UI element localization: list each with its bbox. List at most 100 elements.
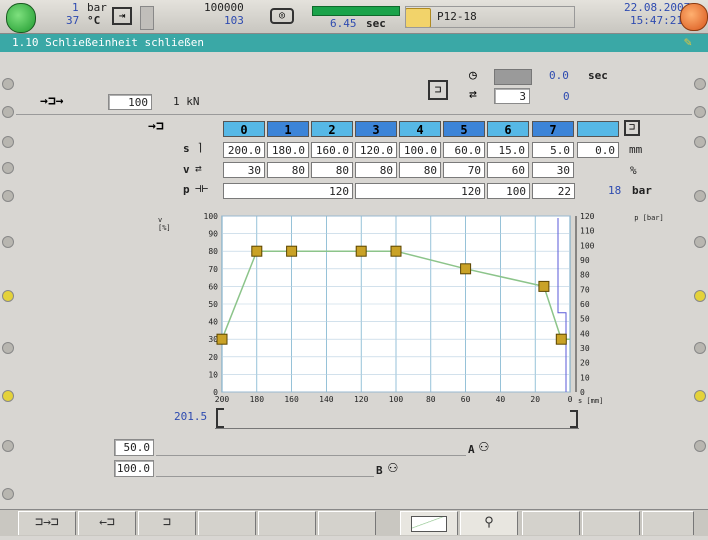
step-header-1[interactable]: 1 xyxy=(267,121,309,137)
p-row-label: p xyxy=(183,183,190,196)
y-tick-label-left: 80 xyxy=(208,247,218,256)
field-b-input[interactable]: 100.0 xyxy=(114,460,154,477)
p-input-3[interactable]: 100 xyxy=(487,183,530,199)
side-led xyxy=(2,162,14,174)
wrench-icon[interactable]: ✎ xyxy=(684,35,692,50)
y-axis-right-label: p [bar] xyxy=(634,214,664,222)
y-tick-label-right: 40 xyxy=(580,329,590,338)
y-tick-label-left: 20 xyxy=(208,353,218,362)
side-led xyxy=(2,488,14,500)
field-a-input[interactable]: 50.0 xyxy=(114,439,154,456)
step-header-0[interactable]: 0 xyxy=(223,121,265,137)
pressure-value: 1 xyxy=(72,1,79,14)
position-slider-track[interactable] xyxy=(215,411,579,429)
y-tick-label-left: 40 xyxy=(208,318,218,327)
tab-chart-view[interactable] xyxy=(400,511,458,535)
p-extra-value: 18 xyxy=(608,184,622,197)
x-tick-label: 20 xyxy=(530,395,540,404)
s-input-0[interactable]: 200.0 xyxy=(223,142,265,158)
p-input-1[interactable]: 120 xyxy=(223,183,353,199)
s-input-6[interactable]: 15.0 xyxy=(487,142,529,158)
tab-empty-4[interactable] xyxy=(522,511,580,535)
program-name-field[interactable] xyxy=(405,6,575,28)
counter-total: 100000 xyxy=(204,1,244,14)
x-tick-label: 60 xyxy=(461,395,471,404)
x-tick-label: 120 xyxy=(354,395,369,404)
y-tick-label-left: 60 xyxy=(208,282,218,291)
side-led xyxy=(2,440,14,452)
label-a: A xyxy=(468,443,475,456)
tab-empty-2[interactable] xyxy=(258,511,316,535)
tab-zoom[interactable]: ⚲ xyxy=(460,511,518,535)
step-marker xyxy=(555,333,567,345)
step-header-7[interactable]: 7 xyxy=(532,121,574,137)
step-header-4[interactable]: 4 xyxy=(399,121,441,137)
step-marker xyxy=(286,245,298,257)
tab-empty-3[interactable] xyxy=(318,511,376,535)
s-input-2[interactable]: 160.0 xyxy=(311,142,353,158)
v-input-4[interactable]: 80 xyxy=(399,162,441,178)
p-input-4[interactable]: 22 xyxy=(532,183,575,199)
y-tick-label-right: 80 xyxy=(580,271,590,280)
position-slider-handle[interactable] xyxy=(216,408,224,428)
y-tick-label-right: 110 xyxy=(580,227,595,236)
step-header-end[interactable] xyxy=(577,121,619,137)
field-b-line xyxy=(156,476,374,477)
side-led xyxy=(694,190,706,202)
force-input[interactable]: 100 xyxy=(108,94,152,110)
counter-gauge xyxy=(140,6,154,30)
step-header-5[interactable]: 5 xyxy=(443,121,485,137)
mould-force-icon: →⊐→ xyxy=(40,94,64,109)
v-input-1[interactable]: 80 xyxy=(267,162,309,178)
side-led xyxy=(2,136,14,148)
side-led xyxy=(694,342,706,354)
speed-icon: ⇄ xyxy=(195,162,202,175)
tab-mould-close[interactable]: ⊐→⊐ xyxy=(18,511,76,535)
cycle-time-value: 6.45 xyxy=(330,17,357,30)
side-led xyxy=(2,78,14,90)
chart-view-icon xyxy=(411,516,447,532)
timer-bar-field[interactable] xyxy=(494,69,532,85)
x-tick-label: 140 xyxy=(319,395,334,404)
mould-close-icon: ⊐ xyxy=(428,80,448,100)
tab-empty-5[interactable] xyxy=(582,511,640,535)
v-input-6[interactable]: 60 xyxy=(487,162,529,178)
y-tick-label-right: 20 xyxy=(580,359,590,368)
tab-empty-1[interactable] xyxy=(198,511,256,535)
y-tick-label-right: 90 xyxy=(580,256,590,265)
s-input-1[interactable]: 180.0 xyxy=(267,142,309,158)
step-header-6[interactable]: 6 xyxy=(487,121,529,137)
header-divider xyxy=(16,114,692,115)
y-tick-label-left: 0 xyxy=(213,388,218,397)
x-tick-label: 40 xyxy=(496,395,506,404)
s-input-8[interactable]: 0.0 xyxy=(577,142,619,158)
v-input-3[interactable]: 80 xyxy=(355,162,397,178)
s-input-3[interactable]: 120.0 xyxy=(355,142,397,158)
cycle-timer-icon: ◎ xyxy=(270,8,294,24)
step-header-3[interactable]: 3 xyxy=(355,121,397,137)
timer-unit: sec xyxy=(588,69,608,82)
s-input-7[interactable]: 5.0 xyxy=(532,142,574,158)
step-header-2[interactable]: 2 xyxy=(311,121,353,137)
p-input-2[interactable]: 120 xyxy=(355,183,485,199)
v-input-2[interactable]: 80 xyxy=(311,162,353,178)
timer-value: 0.0 xyxy=(549,69,569,82)
position-value: 201.5 xyxy=(174,410,208,423)
y-tick-label-left: 10 xyxy=(208,370,218,379)
tab-mould-protect[interactable]: ⊐ xyxy=(138,511,196,535)
tab-empty-6[interactable] xyxy=(642,511,694,535)
y-tick-label-right: 70 xyxy=(580,285,590,294)
s-input-4[interactable]: 100.0 xyxy=(399,142,441,158)
v-input-0[interactable]: 30 xyxy=(223,162,265,178)
side-led xyxy=(2,106,14,118)
v-input-7[interactable]: 30 xyxy=(532,162,574,178)
v-input-5[interactable]: 70 xyxy=(443,162,485,178)
stop-button[interactable] xyxy=(680,3,708,31)
mould-icon: ⇥ xyxy=(112,7,132,25)
steps-input[interactable]: 3 xyxy=(494,88,530,104)
steps-readout: 0 xyxy=(563,90,570,103)
tab-mould-open[interactable]: ←⊐ xyxy=(78,511,136,535)
step-marker xyxy=(216,333,228,345)
machine-status-icon[interactable] xyxy=(6,3,36,33)
s-input-5[interactable]: 60.0 xyxy=(443,142,485,158)
